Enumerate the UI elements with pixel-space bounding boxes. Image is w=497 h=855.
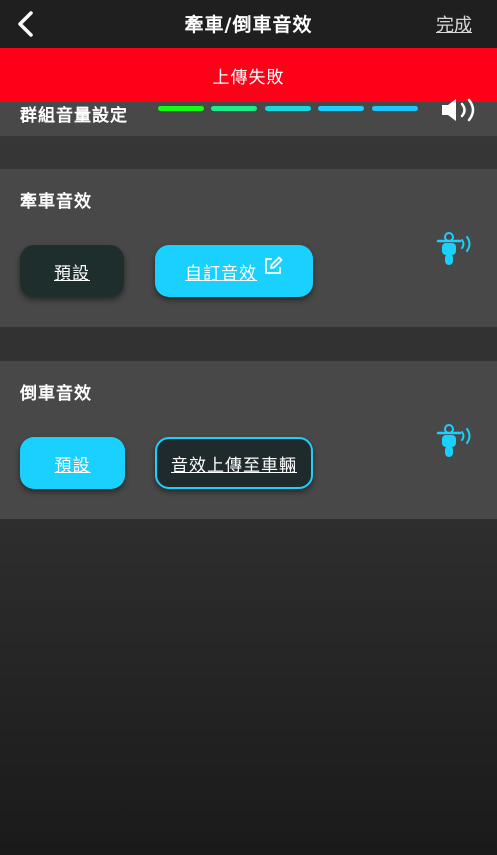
group-volume-row: 群組音量設定 [0,98,497,136]
push-sound-play-button[interactable] [436,231,476,267]
volume-level-1[interactable] [158,106,204,111]
page-title: 牽車/倒車音效 [184,14,313,36]
upload-failed-banner: 上傳失敗 [0,48,497,102]
reverse-sound-play-button[interactable] [436,423,476,459]
reverse-default-label: 預設 [54,455,91,476]
push-sound-section: 牽車音效 預設 自訂音效 [0,169,497,327]
scooter-sound-icon [436,424,471,457]
top-nav-bar: 牽車/倒車音效 完成 [0,0,497,48]
upload-sound-label: 音效上傳至車輛 [171,455,297,476]
upload-sound-to-vehicle-button[interactable]: 音效上傳至車輛 [155,437,313,489]
volume-level-5[interactable] [372,106,418,111]
speaker-button[interactable] [440,96,482,124]
push-sound-title: 牽車音效 [20,192,92,212]
reverse-sound-title: 倒車音效 [20,384,92,404]
push-custom-label: 自訂音效 [185,263,257,284]
volume-level-4[interactable] [318,106,364,111]
group-volume-label: 群組音量設定 [20,106,128,126]
volume-level-2[interactable] [211,106,257,111]
done-button[interactable]: 完成 [436,11,472,37]
banner-message: 上傳失敗 [212,67,285,88]
volume-level-3[interactable] [265,106,311,111]
push-default-button[interactable]: 預設 [20,245,124,297]
reverse-default-button[interactable]: 預設 [20,437,125,489]
scooter-sound-icon [436,232,471,265]
push-custom-sound-button[interactable]: 自訂音效 [155,245,313,297]
edit-icon [263,256,283,276]
push-default-label: 預設 [54,263,90,284]
speaker-volume-icon [442,98,475,122]
reverse-sound-section: 倒車音效 預設 音效上傳至車輛 [0,361,497,519]
